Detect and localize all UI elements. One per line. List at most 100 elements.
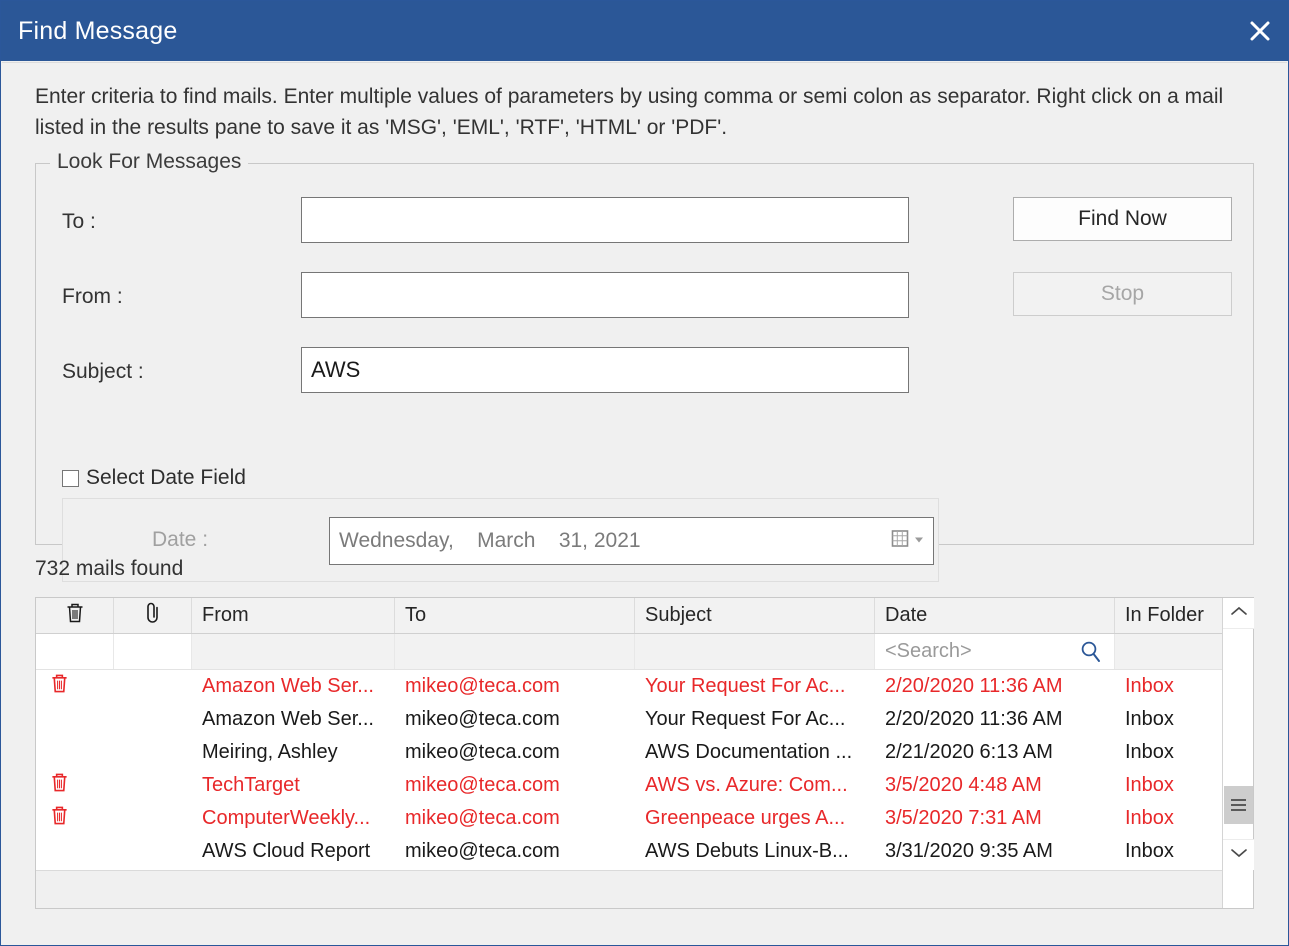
select-date-field-label: Select Date Field (86, 466, 246, 489)
scroll-up-button[interactable] (1223, 598, 1254, 629)
subject-label: Subject : (62, 360, 144, 383)
date-picker-button[interactable] (890, 529, 925, 554)
trash-icon (50, 772, 69, 799)
cell-deleted (36, 835, 114, 868)
stop-button[interactable]: Stop (1013, 272, 1232, 316)
cell-subject: AWS Debuts Linux-B... (645, 840, 849, 862)
dialog-body: Enter criteria to find mails. Enter mult… (2, 62, 1287, 945)
select-date-field-checkbox[interactable]: Select Date Field (62, 466, 246, 490)
table-row[interactable]: Meiring, Ashley mikeo@teca.com AWS Documen… (36, 736, 1253, 769)
vertical-scrollbar[interactable] (1222, 598, 1254, 908)
cell-to: mikeo@teca.com (405, 840, 560, 862)
cell-to: mikeo@teca.com (405, 708, 560, 730)
table-row[interactable]: Amazon Web Ser... mikeo@teca.com Your Requ… (36, 670, 1253, 703)
group-legend: Look For Messages (50, 150, 249, 174)
table-row[interactable]: ComputerWeekly... mikeo@teca.com Greenpeac… (36, 802, 1253, 835)
cell-deleted (36, 670, 114, 703)
cell-subject: Your Request For Ac... (645, 708, 846, 730)
column-header-subject[interactable]: Subject (635, 598, 875, 633)
column-header-attachment[interactable] (114, 598, 192, 633)
scroll-down-button[interactable] (1223, 839, 1254, 870)
cell-to: mikeo@teca.com (405, 774, 560, 796)
scroll-thumb[interactable] (1224, 786, 1253, 824)
close-button[interactable] (1232, 1, 1288, 61)
grid-rows: Amazon Web Ser... mikeo@teca.com Your Requ… (36, 670, 1253, 868)
cell-folder: Inbox (1125, 741, 1174, 763)
close-icon (1249, 20, 1271, 42)
chevron-down-icon (913, 532, 925, 550)
cell-folder: Inbox (1125, 774, 1174, 796)
cell-subject: AWS Documentation ... (645, 741, 853, 763)
search-input[interactable]: <Search> (875, 634, 1115, 669)
cell-attachment (114, 670, 192, 703)
calendar-icon (890, 529, 910, 554)
table-row[interactable]: Amazon Web Ser... mikeo@teca.com Your Requ… (36, 703, 1253, 736)
column-header-to[interactable]: To (395, 598, 635, 633)
grid-header-row: From To Subject Date In Folder (36, 598, 1253, 634)
filter-cell-from[interactable] (192, 634, 395, 669)
chevron-down-icon (1230, 846, 1248, 864)
cell-attachment (114, 835, 192, 868)
cell-subject: Greenpeace urges A... (645, 807, 846, 829)
grid-filter-row: <Search> (36, 634, 1253, 670)
filter-cell-to[interactable] (395, 634, 635, 669)
cell-deleted (36, 736, 114, 769)
scroll-thumb-grip (1231, 796, 1246, 814)
column-header-in-folder[interactable]: In Folder (1115, 598, 1222, 633)
find-now-button[interactable]: Find Now (1013, 197, 1232, 241)
cell-attachment (114, 802, 192, 835)
results-count-label: 732 mails found (35, 557, 184, 580)
date-panel: Date : Wednesday, March 31, 2021 (62, 498, 939, 582)
table-row[interactable]: TechTarget mikeo@teca.com AWS vs. Azure: C… (36, 769, 1253, 802)
cell-to: mikeo@teca.com (405, 741, 560, 763)
cell-subject: Your Request For Ac... (645, 675, 846, 697)
magnifier-icon[interactable] (1078, 639, 1104, 665)
trash-icon (65, 602, 85, 630)
cell-attachment (114, 769, 192, 802)
column-header-deleted[interactable] (36, 598, 114, 633)
cell-date: 2/20/2020 11:36 AM (885, 708, 1063, 730)
to-label: To : (62, 210, 96, 233)
cell-from: AWS Cloud Report (202, 840, 371, 862)
from-label: From : (62, 285, 123, 308)
cell-attachment (114, 736, 192, 769)
cell-from: TechTarget (202, 774, 300, 796)
cell-to: mikeo@teca.com (405, 675, 560, 697)
cell-date: 3/5/2020 7:31 AM (885, 807, 1042, 829)
cell-date: 3/5/2020 4:48 AM (885, 774, 1042, 796)
date-picker-input[interactable]: Wednesday, March 31, 2021 (329, 517, 934, 565)
cell-from: Amazon Web Ser... (202, 708, 374, 730)
cell-date: 2/21/2020 6:13 AM (885, 741, 1053, 763)
page-title: Find Message (18, 16, 178, 45)
search-placeholder: <Search> (885, 640, 972, 662)
cell-folder: Inbox (1125, 675, 1174, 697)
cell-deleted (36, 703, 114, 736)
paperclip-icon (144, 601, 162, 631)
trash-icon (50, 673, 69, 700)
from-input[interactable] (301, 272, 909, 318)
checkbox-box (62, 469, 79, 487)
filter-cell-deleted[interactable] (36, 634, 114, 669)
cell-folder: Inbox (1125, 807, 1174, 829)
cell-from: Meiring, Ashley (202, 741, 338, 763)
cell-subject: AWS vs. Azure: Com... (645, 774, 848, 796)
filter-cell-subject[interactable] (635, 634, 875, 669)
trash-icon (50, 805, 69, 832)
results-grid: From To Subject Date In Folder <Search> (35, 597, 1254, 909)
find-message-dialog: Find Message Enter criteria to find mail… (0, 0, 1289, 946)
cell-to: mikeo@teca.com (405, 807, 560, 829)
filter-cell-in-folder[interactable] (1115, 634, 1222, 669)
filter-cell-attachment[interactable] (114, 634, 192, 669)
cell-folder: Inbox (1125, 840, 1174, 862)
to-input[interactable] (301, 197, 909, 243)
column-header-from[interactable]: From (192, 598, 395, 633)
table-row[interactable]: AWS Cloud Report mikeo@teca.com AWS Debuts… (36, 835, 1253, 868)
instructions-text: Enter criteria to find mails. Enter mult… (35, 85, 1224, 139)
look-for-messages-group: Look For Messages To : From : Subject : … (35, 150, 1254, 582)
cell-deleted (36, 802, 114, 835)
column-header-date[interactable]: Date (875, 598, 1115, 633)
date-label: Date : (152, 528, 209, 551)
chevron-up-icon (1230, 604, 1248, 622)
subject-input[interactable] (301, 347, 909, 393)
title-bar: Find Message (1, 1, 1288, 61)
